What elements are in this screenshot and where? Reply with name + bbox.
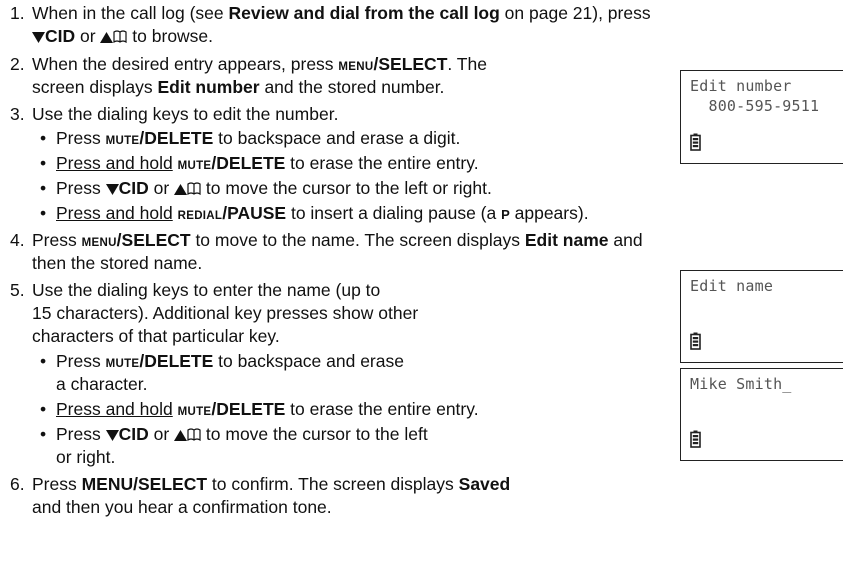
battery-icon bbox=[690, 133, 701, 156]
lcd-screen-edit-name: Edit name bbox=[680, 270, 843, 363]
step-5-cont-2: characters of that particular key. bbox=[32, 326, 280, 346]
lcd-line-2: 800-595-9511 bbox=[690, 97, 820, 115]
step-5-bullet-1-cont: a character. bbox=[56, 374, 148, 394]
step-3-bullet-4: • Press and hold REDIAL/PAUSE to insert a… bbox=[40, 203, 589, 223]
step-6-cont: and then you hear a confirmation tone. bbox=[32, 497, 332, 517]
up-triangle-icon bbox=[174, 184, 188, 195]
step-number: 1. bbox=[10, 3, 25, 23]
step-6: 6. Press MENU/SELECT to confirm. The scre… bbox=[10, 474, 511, 494]
step-1: 1. When in the call log (see Review and d… bbox=[10, 3, 651, 23]
lcd-line-1: Edit name bbox=[690, 277, 774, 295]
up-triangle-icon bbox=[174, 430, 188, 441]
phonebook-icon bbox=[187, 182, 201, 196]
step-5-bullet-3: • Press CID or to move the cursor to the … bbox=[40, 424, 428, 444]
down-triangle-icon bbox=[32, 32, 45, 43]
down-triangle-icon bbox=[105, 430, 119, 441]
lcd-screen-name-entry: Mike Smith_ bbox=[680, 368, 843, 461]
cross-reference: Review and dial from the call log bbox=[228, 3, 500, 23]
step-3-bullet-3: • Press CID or to move the cursor to the … bbox=[40, 178, 492, 198]
phonebook-icon bbox=[113, 30, 128, 44]
step-3: 3. Use the dialing keys to edit the numbe… bbox=[10, 104, 339, 124]
up-triangle-icon bbox=[100, 32, 114, 43]
step-1-cont: CID or to browse. bbox=[32, 25, 213, 48]
step-5: 5. Use the dialing keys to enter the name… bbox=[10, 280, 381, 300]
lcd-line-1: Mike Smith_ bbox=[690, 375, 792, 393]
down-triangle-icon bbox=[105, 184, 119, 195]
battery-icon bbox=[690, 430, 701, 453]
menu-key: MENU bbox=[338, 61, 374, 73]
step-5-bullet-3-cont: or right. bbox=[56, 447, 116, 467]
step-3-bullet-1: • Press MUTE/DELETE to backspace and eras… bbox=[40, 128, 461, 148]
step-5-bullet-2: • Press and hold MUTE/DELETE to erase the… bbox=[40, 399, 479, 419]
lcd-screen-edit-number: Edit number 800-595-9511 bbox=[680, 70, 843, 164]
lcd-line-1: Edit number bbox=[690, 77, 792, 95]
step-4-cont: then the stored name. bbox=[32, 253, 203, 273]
step-3-bullet-2: • Press and hold MUTE/DELETE to erase the… bbox=[40, 153, 479, 173]
battery-icon bbox=[690, 332, 701, 355]
phonebook-icon bbox=[187, 428, 201, 442]
manual-page: 1. When in the call log (see Review and d… bbox=[0, 0, 843, 576]
step-5-cont-1: 15 characters). Additional key presses s… bbox=[32, 303, 419, 323]
step-2-cont: screen displays Edit number and the stor… bbox=[32, 77, 445, 97]
